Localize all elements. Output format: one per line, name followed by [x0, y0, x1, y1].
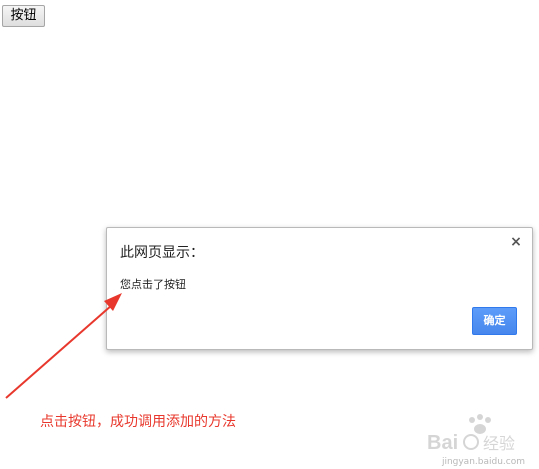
dialog-message: 您点击了按钮 — [120, 278, 186, 291]
page-button[interactable]: 按钮 — [2, 5, 45, 27]
annotation-text: 点击按钮，成功调用添加的方法 — [40, 414, 236, 430]
alert-dialog: 此网页显示： × 您点击了按钮 确定 — [106, 227, 533, 350]
baidu-jingyan-logo: Bai 经验 — [427, 414, 515, 454]
svg-text:Bai: Bai — [427, 432, 458, 454]
svg-text:经验: 经验 — [483, 434, 515, 453]
close-icon[interactable]: × — [509, 235, 523, 249]
ok-button[interactable]: 确定 — [472, 307, 517, 335]
dialog-title: 此网页显示： — [120, 245, 204, 261]
watermark-url: jingyan.baidu.com — [441, 457, 525, 467]
